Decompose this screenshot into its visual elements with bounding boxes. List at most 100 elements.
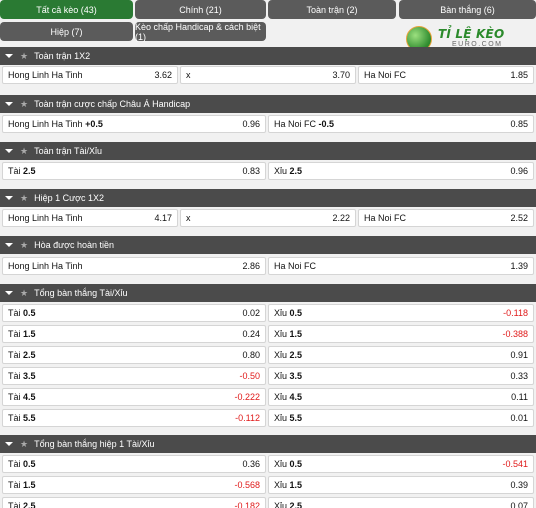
goal-line: 2.5 (23, 501, 36, 508)
odds-under[interactable]: Xỉu 2.5 0.91 (268, 346, 534, 364)
goal-line: 3.5 (23, 371, 36, 381)
team-name: Hong Linh Ha Tinh (8, 261, 83, 271)
odds-home[interactable]: Hong Linh Ha Tinh 3.62 (2, 66, 178, 84)
odds-over[interactable]: Tài 5.5 -0.112 (2, 409, 266, 427)
chevron-down-icon[interactable] (5, 442, 13, 446)
odds-value: 0.01 (510, 413, 528, 423)
odds-value: -0.222 (234, 392, 260, 402)
handicap-line: -0.5 (318, 119, 335, 129)
chevron-down-icon[interactable] (5, 54, 13, 58)
goal-line: 2.5 (289, 166, 303, 176)
section-header-half-1x2[interactable]: ★ Hiệp 1 Cược 1X2 (0, 189, 536, 207)
odds-value: -0.118 (503, 308, 528, 318)
odds-under[interactable]: Xỉu 0.5 -0.541 (268, 455, 534, 473)
odds-value: 0.91 (510, 350, 528, 360)
chevron-down-icon[interactable] (5, 149, 13, 153)
tab-all-markets[interactable]: Tất cả kèo (43) (0, 0, 133, 19)
odds-value: -0.50 (239, 371, 260, 381)
star-icon[interactable]: ★ (20, 439, 28, 450)
odds-over[interactable]: Tài 4.5 -0.222 (2, 388, 266, 406)
odds-under[interactable]: Xỉu 3.5 0.33 (268, 367, 534, 385)
goal-line: 4.5 (289, 392, 303, 402)
odds-under[interactable]: Xỉu 1.5 -0.388 (268, 325, 534, 343)
tab-goals[interactable]: Bàn thắng (6) (399, 0, 536, 19)
tab-handicap[interactable]: Kèo chấp Handicap & cách biệt (1) (135, 22, 266, 42)
star-icon[interactable]: ★ (20, 193, 28, 204)
section-header-1x2[interactable]: ★ Toàn trận 1X2 (0, 47, 536, 65)
odds-away[interactable]: Ha Noi FC 1.39 (268, 257, 534, 275)
handicap-line: +0.5 (85, 119, 103, 129)
over-label: Tài (8, 392, 21, 402)
chevron-down-icon[interactable] (5, 196, 13, 200)
section-header-half-total-goals[interactable]: ★ Tổng bàn thắng hiệp 1 Tài/Xỉu (0, 435, 536, 453)
star-icon[interactable]: ★ (20, 51, 28, 62)
odds-home[interactable]: Hong Linh Ha Tinh 4.17 (2, 209, 178, 227)
odds-value: 0.83 (242, 166, 260, 176)
team-name: Hong Linh Ha Tinh (8, 213, 83, 223)
odds-over[interactable]: Tài 1.5 0.24 (2, 325, 266, 343)
under-label: Xỉu (274, 329, 288, 339)
star-icon[interactable]: ★ (20, 146, 28, 157)
under-label: Xỉu (274, 459, 288, 469)
odds-away[interactable]: Ha Noi FC 1.85 (358, 66, 534, 84)
odds-draw[interactable]: x 2.22 (180, 209, 356, 227)
odds-over[interactable]: Tài 3.5 -0.50 (2, 367, 266, 385)
odds-under[interactable]: Xỉu 0.5 -0.118 (268, 304, 534, 322)
star-icon[interactable]: ★ (20, 288, 28, 299)
goal-line: 2.5 (289, 350, 303, 360)
chevron-down-icon[interactable] (5, 291, 13, 295)
odds-value: 3.70 (332, 70, 350, 80)
odds-value: 0.80 (242, 350, 260, 360)
section-title: Tổng bàn thắng Tài/Xỉu (34, 288, 128, 298)
team-name: Ha Noi FC (274, 119, 317, 129)
goal-line: 0.5 (289, 459, 303, 469)
odds-away[interactable]: Ha Noi FC 2.52 (358, 209, 534, 227)
odds-under[interactable]: Xỉu 5.5 0.01 (268, 409, 534, 427)
odds-over[interactable]: Tài 2.5 0.80 (2, 346, 266, 364)
odds-value: 1.85 (510, 70, 528, 80)
over-label: Tài (8, 413, 21, 423)
odds-over[interactable]: Tài 0.5 0.36 (2, 455, 266, 473)
logo-brand: TỈ LỆ KÈO (438, 27, 505, 41)
odds-value: 0.96 (510, 166, 528, 176)
star-icon[interactable]: ★ (20, 99, 28, 110)
section-title: Toàn trận Tài/Xỉu (34, 146, 102, 156)
draw-label: x (186, 213, 191, 223)
tab-full-match[interactable]: Toàn trận (2) (268, 0, 396, 19)
odds-over[interactable]: Tài 2.5 0.83 (2, 162, 266, 180)
odds-under[interactable]: Xỉu 2.5 0.07 (268, 497, 534, 508)
goal-line: 1.5 (289, 329, 303, 339)
over-label: Tài (8, 166, 21, 176)
odds-value: -0.182 (234, 501, 260, 508)
odds-under[interactable]: Xỉu 2.5 0.96 (268, 162, 534, 180)
goal-line: 5.5 (23, 413, 36, 423)
odds-over[interactable]: Tài 0.5 0.02 (2, 304, 266, 322)
chevron-down-icon[interactable] (5, 102, 13, 106)
odds-under[interactable]: Xỉu 1.5 0.39 (268, 476, 534, 494)
goal-line: 1.5 (23, 480, 36, 490)
section-header-total-goals[interactable]: ★ Tổng bàn thắng Tài/Xỉu (0, 284, 536, 302)
odds-under[interactable]: Xỉu 4.5 0.11 (268, 388, 534, 406)
chevron-down-icon[interactable] (5, 243, 13, 247)
section-header-over-under[interactable]: ★ Toàn trận Tài/Xỉu (0, 142, 536, 160)
odds-value: 0.07 (510, 501, 528, 508)
odds-over[interactable]: Tài 1.5 -0.568 (2, 476, 266, 494)
odds-value: 0.39 (510, 480, 528, 490)
over-label: Tài (8, 459, 21, 469)
odds-away[interactable]: Ha Noi FC -0.5 0.85 (268, 115, 534, 133)
odds-value: 0.36 (242, 459, 260, 469)
odds-draw[interactable]: x 3.70 (180, 66, 356, 84)
section-title: Toàn trận 1X2 (34, 51, 91, 61)
odds-home[interactable]: Hong Linh Ha Tinh 2.86 (2, 257, 266, 275)
under-label: Xỉu (274, 308, 288, 318)
section-header-draw-no-bet[interactable]: ★ Hòa được hoàn tiền (0, 236, 536, 254)
tab-half[interactable]: Hiệp (7) (0, 22, 133, 41)
section-header-asian-handicap[interactable]: ★ Toàn trận cược chấp Châu Á Handicap (0, 95, 536, 113)
odds-value: 2.52 (510, 213, 528, 223)
section-title: Toàn trận cược chấp Châu Á Handicap (34, 99, 191, 109)
odds-over[interactable]: Tài 2.5 -0.182 (2, 497, 266, 508)
odds-value: 2.86 (242, 261, 260, 271)
odds-home[interactable]: Hong Linh Ha Tinh +0.5 0.96 (2, 115, 266, 133)
tab-main[interactable]: Chính (21) (135, 0, 266, 19)
star-icon[interactable]: ★ (20, 240, 28, 251)
